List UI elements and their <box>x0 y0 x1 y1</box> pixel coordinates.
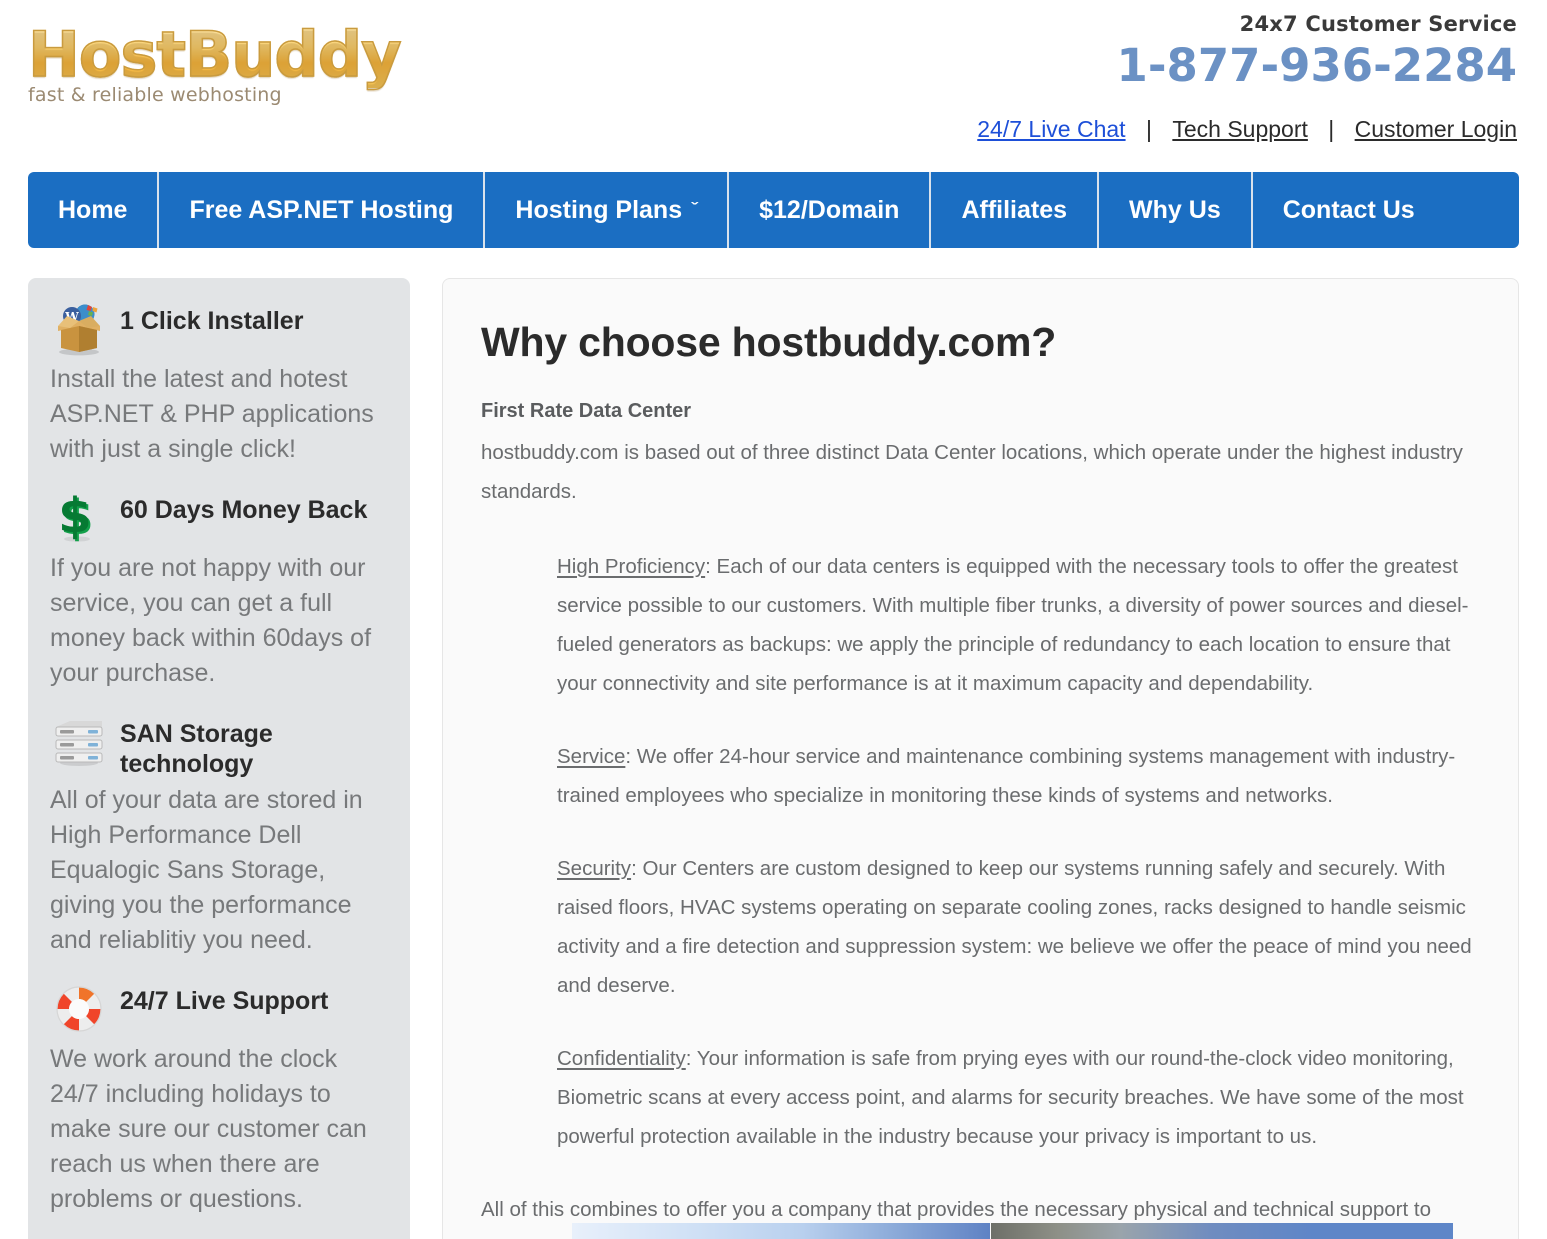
nav-item-why-us[interactable]: Why Us <box>1099 172 1253 248</box>
nav-item-home[interactable]: Home <box>28 172 160 248</box>
point-term: Service <box>557 745 626 768</box>
feature-title: 1 Click Installer <box>120 307 304 335</box>
point-service: Service: We offer 24-hour service and ma… <box>557 737 1482 815</box>
header-utility-links: 24/7 Live Chat | Tech Support | Customer… <box>977 116 1517 143</box>
point-body: : We offer 24-hour service and maintenan… <box>557 745 1456 807</box>
intro-paragraph: hostbuddy.com is based out of three dist… <box>481 441 1463 503</box>
nav-item-label: $12/Domain <box>759 195 900 224</box>
logo-wordmark: HostBuddy <box>27 21 428 89</box>
feature-60-days-money-back: $ $ 60 Days Money Back If you are not ha… <box>50 488 390 691</box>
svg-text:$: $ <box>58 489 91 544</box>
chevron-down-icon: ˇ <box>691 199 698 217</box>
nav-item-free-aspnet-hosting[interactable]: Free ASP.NET Hosting <box>159 172 486 248</box>
nav-item-label: Hosting Plans <box>515 195 683 224</box>
nav-item-affiliates[interactable]: Affiliates <box>931 172 1100 248</box>
header-contact-block: 24x7 Customer Service 1-877-936-2284 24/… <box>977 12 1517 143</box>
site-header: HostBuddy fast & reliable webhosting 24x… <box>0 0 1547 160</box>
nav-item-hosting-plans[interactable]: Hosting Plans ˇ <box>485 172 730 248</box>
nav-item-label: Why Us <box>1129 195 1221 224</box>
customer-service-label: 24x7 Customer Service <box>1239 12 1517 36</box>
server-stack-icon <box>50 713 108 771</box>
datacenter-photo-right <box>991 1223 1453 1239</box>
support-phone-number[interactable]: 1-877-936-2284 <box>977 38 1517 94</box>
customer-login-link[interactable]: Customer Login <box>1355 116 1517 142</box>
life-ring-icon <box>50 980 108 1038</box>
feature-title: SAN Storage technology <box>120 720 273 778</box>
nav-item-label: Contact Us <box>1282 195 1415 224</box>
feature-1-click-installer: W 1 Click Installer Install the latest a… <box>50 300 390 467</box>
tech-support-link[interactable]: Tech Support <box>1172 116 1308 142</box>
feature-24-7-live-support: 24/7 Live Support We work around the clo… <box>50 980 390 1217</box>
point-confidentiality: Confidentiality: Your information is saf… <box>557 1039 1482 1156</box>
point-term: Confidentiality <box>557 1047 686 1070</box>
nav-item-label: Home <box>58 195 128 224</box>
point-high-proficiency: High Proficiency: Each of our data cente… <box>557 547 1482 703</box>
open-box-cms-icon: W <box>50 300 108 358</box>
feature-title: 24/7 Live Support <box>120 987 329 1015</box>
page-content: W 1 Click Installer Install the latest a… <box>0 278 1547 1239</box>
feature-san-storage-technology: SAN Storage technology All of your data … <box>50 713 390 958</box>
datacenter-photo-left <box>572 1223 990 1239</box>
link-separator: | <box>1145 116 1152 142</box>
feature-title: 60 Days Money Back <box>120 496 368 524</box>
point-body: : Our Centers are custom designed to kee… <box>557 857 1472 997</box>
point-term: High Proficiency <box>557 555 706 578</box>
nav-item-contact-us[interactable]: Contact Us <box>1253 172 1445 248</box>
features-sidebar: W 1 Click Installer Install the latest a… <box>28 278 410 1239</box>
main-article-panel: Why choose hostbuddy.com? First Rate Dat… <box>442 278 1519 1239</box>
feature-description: We work around the clock 24/7 including … <box>50 1045 367 1213</box>
live-chat-link[interactable]: 24/7 Live Chat <box>977 116 1125 142</box>
point-body: : Your information is safe from prying e… <box>557 1047 1464 1148</box>
nav-item-label: Free ASP.NET Hosting <box>189 195 454 224</box>
feature-description: All of your data are stored in High Perf… <box>50 786 363 954</box>
nav-item-label: Affiliates <box>961 195 1068 224</box>
section-heading: First Rate Data Center <box>481 400 692 422</box>
feature-description: If you are not happy with our service, y… <box>50 554 372 687</box>
nav-item-domain-price[interactable]: $12/Domain <box>729 172 932 248</box>
dollar-sign-icon: $ $ <box>50 488 108 547</box>
site-logo[interactable]: HostBuddy fast & reliable webhosting <box>27 21 428 118</box>
datacenter-photo-row <box>443 1223 1518 1239</box>
point-security: Security: Our Centers are custom designe… <box>557 849 1482 1005</box>
feature-description: Install the latest and hotest ASP.NET & … <box>50 365 374 463</box>
point-term: Security <box>557 857 632 880</box>
main-navigation: Home Free ASP.NET Hosting Hosting Plans … <box>28 172 1519 248</box>
link-separator: | <box>1328 116 1335 142</box>
page-title: Why choose hostbuddy.com? <box>481 319 1057 365</box>
